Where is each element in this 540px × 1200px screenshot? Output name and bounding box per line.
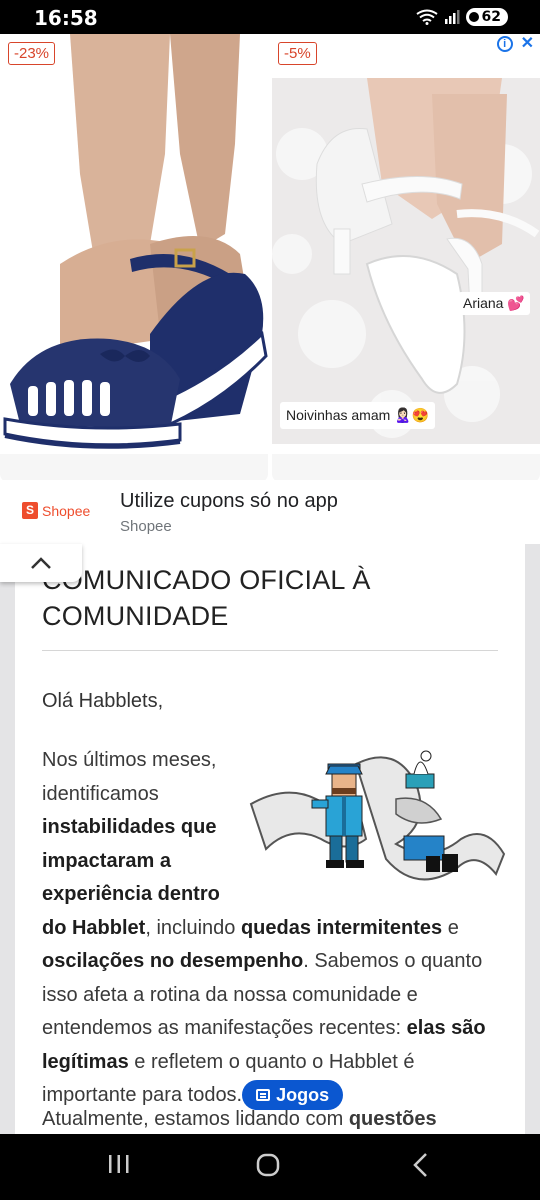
product-image-navy-sandal[interactable]: [0, 34, 268, 454]
product-image-white-heels[interactable]: [272, 34, 540, 444]
habblet-illustration: [249, 750, 506, 881]
discount-badge: -23%: [8, 42, 56, 65]
shopee-logo-text: Shopee: [42, 502, 91, 519]
product-card-right[interactable]: -5% Ariana 💕 Noivinhas amam 🙎🏻‍♀️😍: [272, 34, 540, 482]
greeting: Olá Habblets,: [42, 690, 164, 712]
status-icons: 62: [415, 7, 508, 27]
recent-apps-button[interactable]: [106, 1152, 132, 1176]
product-card-left[interactable]: -23%: [0, 34, 268, 482]
close-icon[interactable]: ✕: [521, 36, 534, 52]
chevron-up-icon: [31, 557, 51, 569]
info-icon[interactable]: i: [496, 36, 513, 52]
shopee-logo: S Shopee: [22, 502, 90, 519]
system-navigation-bar: [0, 1134, 540, 1200]
divider: [42, 650, 498, 651]
status-time: 16:58: [34, 6, 98, 30]
article-title: COMUNICADO OFICIAL À COMUNIDADE: [42, 565, 371, 631]
article-card: COMUNICADO OFICIAL À COMUNIDADE Olá Habb…: [15, 544, 525, 1134]
tag-jogos[interactable]: Jogos: [242, 1080, 344, 1110]
battery-icon: 62: [465, 8, 508, 26]
caption-tagline: Noivinhas amam 🙎🏻‍♀️😍: [280, 402, 436, 429]
back-button[interactable]: [410, 1152, 432, 1178]
ad-advertiser: Shopee: [120, 518, 172, 535]
page-background: COMUNICADO OFICIAL À COMUNIDADE Olá Habb…: [0, 544, 540, 1134]
home-button[interactable]: [256, 1152, 282, 1178]
article-paragraph-2: Atualmente, estamos lidando com questões: [42, 1108, 437, 1130]
wifi-icon: [415, 9, 438, 25]
ad-footer[interactable]: S Shopee Utilize cupons só no app Shopee: [0, 480, 540, 544]
status-bar: 16:58 62: [0, 0, 540, 34]
shopping-bag-icon: S: [22, 502, 38, 519]
newspaper-icon: [256, 1089, 271, 1101]
shopping-ad[interactable]: -23%: [0, 34, 540, 544]
ad-choices[interactable]: i ✕: [496, 36, 534, 52]
discount-badge: -5%: [278, 42, 317, 65]
article-paragraph: Nos últimos meses, identificamos instabi…: [42, 744, 506, 1113]
collapse-ad-button[interactable]: [0, 544, 82, 582]
ad-title[interactable]: Utilize cupons só no app: [120, 490, 338, 513]
signal-icon: [444, 10, 460, 24]
caption-name: Ariana 💕: [458, 292, 530, 315]
